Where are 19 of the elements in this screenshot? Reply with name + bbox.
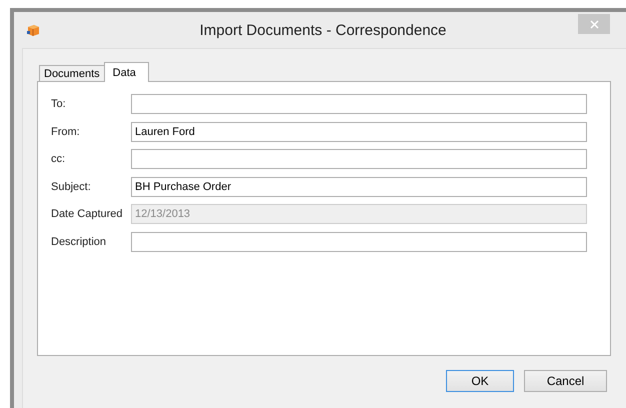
tab[interactable]: Documents — [39, 65, 105, 81]
tab[interactable]: Data — [104, 62, 149, 82]
input-field[interactable] — [131, 149, 587, 170]
cancel-button[interactable]: Cancel — [524, 370, 607, 392]
input-field[interactable] — [131, 232, 587, 252]
ok-button[interactable]: OK — [446, 370, 514, 392]
input-field[interactable] — [131, 94, 587, 114]
field-label: To: — [51, 98, 67, 110]
field-label: Subject: — [51, 180, 92, 193]
field-label: From: — [51, 126, 81, 138]
cube-icon — [26, 23, 40, 37]
window-title: Import Documents - Correspondence — [198, 22, 448, 38]
input-field[interactable]: BH Purchase Order — [131, 176, 587, 197]
field-label: Date Captured — [51, 208, 124, 220]
close-button[interactable] — [578, 14, 610, 34]
field-label: Description — [51, 236, 108, 248]
input-field[interactable]: Lauren Ford — [131, 122, 587, 142]
close-icon — [590, 20, 598, 28]
field-label: cc: — [51, 153, 66, 166]
